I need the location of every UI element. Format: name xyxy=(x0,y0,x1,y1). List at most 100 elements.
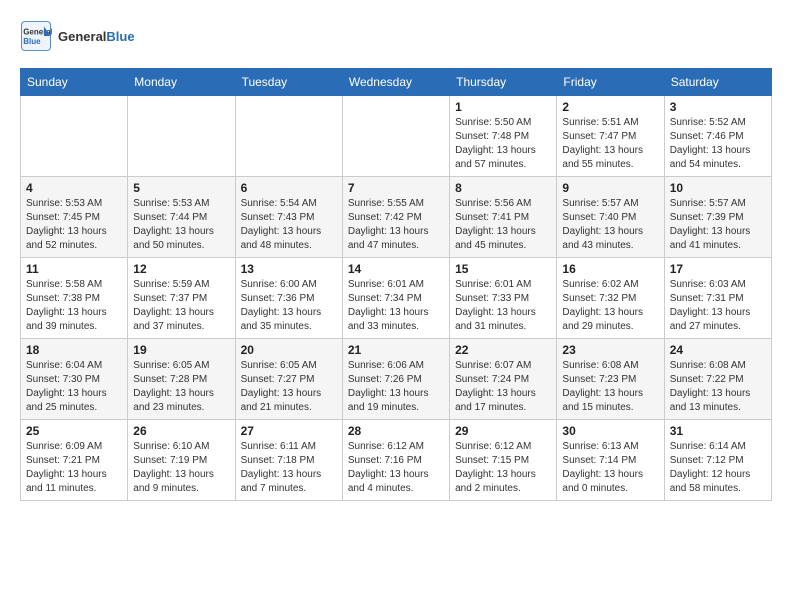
day-number: 22 xyxy=(455,343,551,357)
day-detail: Sunrise: 5:52 AM Sunset: 7:46 PM Dayligh… xyxy=(670,116,766,172)
day-detail: Sunrise: 6:05 AM Sunset: 7:27 PM Dayligh… xyxy=(241,359,337,415)
day-number: 13 xyxy=(241,262,337,276)
calendar-week-row: 11 Sunrise: 5:58 AM Sunset: 7:38 PM Dayli… xyxy=(21,258,772,339)
calendar-cell: 16Sunrise: 6:02 AM Sunset: 7:32 PM Dayli… xyxy=(557,258,664,339)
day-number: 3 xyxy=(670,100,766,114)
calendar-cell xyxy=(21,96,128,177)
calendar-cell: 6 Sunrise: 5:54 AM Sunset: 7:43 PM Daylig… xyxy=(235,177,342,258)
weekday-header-tuesday: Tuesday xyxy=(235,69,342,96)
calendar-cell: 5Sunrise: 5:53 AM Sunset: 7:44 PM Daylig… xyxy=(128,177,235,258)
day-detail: Sunrise: 6:03 AM Sunset: 7:31 PM Dayligh… xyxy=(670,278,766,334)
calendar-cell: 27 Sunrise: 6:11 AM Sunset: 7:18 PM Dayli… xyxy=(235,420,342,501)
calendar-cell: 21 Sunrise: 6:06 AM Sunset: 7:26 PM Dayli… xyxy=(342,339,449,420)
day-detail: Sunrise: 6:13 AM Sunset: 7:14 PM Dayligh… xyxy=(562,440,658,496)
day-number: 7 xyxy=(348,181,444,195)
day-number: 25 xyxy=(26,424,122,438)
calendar-cell: 22 Sunrise: 6:07 AM Sunset: 7:24 PM Dayli… xyxy=(450,339,557,420)
calendar-cell: 14 Sunrise: 6:01 AM Sunset: 7:34 PM Dayli… xyxy=(342,258,449,339)
day-detail: Sunrise: 5:54 AM Sunset: 7:43 PM Dayligh… xyxy=(241,197,337,253)
day-number: 15 xyxy=(455,262,551,276)
day-number: 2 xyxy=(562,100,658,114)
day-number: 28 xyxy=(348,424,444,438)
calendar-cell: 4 Sunrise: 5:53 AM Sunset: 7:45 PM Daylig… xyxy=(21,177,128,258)
calendar-week-row: 1 Sunrise: 5:50 AM Sunset: 7:48 PM Daylig… xyxy=(21,96,772,177)
day-number: 1 xyxy=(455,100,551,114)
calendar-cell: 8Sunrise: 5:56 AM Sunset: 7:41 PM Daylig… xyxy=(450,177,557,258)
calendar-week-row: 25 Sunrise: 6:09 AM Sunset: 7:21 PM Dayli… xyxy=(21,420,772,501)
day-detail: Sunrise: 6:02 AM Sunset: 7:32 PM Dayligh… xyxy=(562,278,658,334)
calendar-cell xyxy=(235,96,342,177)
day-detail: Sunrise: 5:58 AM Sunset: 7:38 PM Dayligh… xyxy=(26,278,122,334)
calendar-cell: 29 Sunrise: 6:12 AM Sunset: 7:15 PM Dayli… xyxy=(450,420,557,501)
day-detail: Sunrise: 5:53 AM Sunset: 7:45 PM Dayligh… xyxy=(26,197,122,253)
day-detail: Sunrise: 6:01 AM Sunset: 7:34 PM Dayligh… xyxy=(348,278,444,334)
calendar-cell xyxy=(128,96,235,177)
calendar-cell: 30 Sunrise: 6:13 AM Sunset: 7:14 PM Dayli… xyxy=(557,420,664,501)
svg-text:Blue: Blue xyxy=(23,37,41,46)
day-detail: Sunrise: 6:05 AM Sunset: 7:28 PM Dayligh… xyxy=(133,359,229,415)
day-detail: Sunrise: 6:00 AM Sunset: 7:36 PM Dayligh… xyxy=(241,278,337,334)
logo: General Blue GeneralBlue xyxy=(20,20,135,52)
day-detail: Sunrise: 6:10 AM Sunset: 7:19 PM Dayligh… xyxy=(133,440,229,496)
logo-text: GeneralBlue xyxy=(58,29,135,44)
calendar-cell: 15 Sunrise: 6:01 AM Sunset: 7:33 PM Dayli… xyxy=(450,258,557,339)
day-number: 17 xyxy=(670,262,766,276)
calendar-cell: 2 Sunrise: 5:51 AM Sunset: 7:47 PM Daylig… xyxy=(557,96,664,177)
day-detail: Sunrise: 5:59 AM Sunset: 7:37 PM Dayligh… xyxy=(133,278,229,334)
day-number: 5 xyxy=(133,181,229,195)
weekday-header-monday: Monday xyxy=(128,69,235,96)
day-number: 14 xyxy=(348,262,444,276)
weekday-header-sunday: Sunday xyxy=(21,69,128,96)
day-number: 26 xyxy=(133,424,229,438)
day-detail: Sunrise: 6:09 AM Sunset: 7:21 PM Dayligh… xyxy=(26,440,122,496)
day-number: 27 xyxy=(241,424,337,438)
day-detail: Sunrise: 5:57 AM Sunset: 7:40 PM Dayligh… xyxy=(562,197,658,253)
day-detail: Sunrise: 6:12 AM Sunset: 7:15 PM Dayligh… xyxy=(455,440,551,496)
day-number: 4 xyxy=(26,181,122,195)
day-number: 8 xyxy=(455,181,551,195)
day-detail: Sunrise: 6:07 AM Sunset: 7:24 PM Dayligh… xyxy=(455,359,551,415)
calendar-week-row: 18Sunrise: 6:04 AM Sunset: 7:30 PM Dayli… xyxy=(21,339,772,420)
day-detail: Sunrise: 6:14 AM Sunset: 7:12 PM Dayligh… xyxy=(670,440,766,496)
day-number: 6 xyxy=(241,181,337,195)
day-number: 23 xyxy=(562,343,658,357)
weekday-header-friday: Friday xyxy=(557,69,664,96)
day-detail: Sunrise: 6:11 AM Sunset: 7:18 PM Dayligh… xyxy=(241,440,337,496)
calendar-cell xyxy=(342,96,449,177)
calendar-cell: 7 Sunrise: 5:55 AM Sunset: 7:42 PM Daylig… xyxy=(342,177,449,258)
calendar-cell: 23Sunrise: 6:08 AM Sunset: 7:23 PM Dayli… xyxy=(557,339,664,420)
day-detail: Sunrise: 5:50 AM Sunset: 7:48 PM Dayligh… xyxy=(455,116,551,172)
calendar-cell: 28 Sunrise: 6:12 AM Sunset: 7:16 PM Dayli… xyxy=(342,420,449,501)
calendar-cell: 18Sunrise: 6:04 AM Sunset: 7:30 PM Dayli… xyxy=(21,339,128,420)
weekday-header-wednesday: Wednesday xyxy=(342,69,449,96)
day-detail: Sunrise: 6:12 AM Sunset: 7:16 PM Dayligh… xyxy=(348,440,444,496)
day-number: 30 xyxy=(562,424,658,438)
calendar-cell: 3 Sunrise: 5:52 AM Sunset: 7:46 PM Daylig… xyxy=(664,96,771,177)
day-detail: Sunrise: 5:57 AM Sunset: 7:39 PM Dayligh… xyxy=(670,197,766,253)
calendar-cell: 26 Sunrise: 6:10 AM Sunset: 7:19 PM Dayli… xyxy=(128,420,235,501)
calendar-cell: 13 Sunrise: 6:00 AM Sunset: 7:36 PM Dayli… xyxy=(235,258,342,339)
calendar-cell: 11 Sunrise: 5:58 AM Sunset: 7:38 PM Dayli… xyxy=(21,258,128,339)
page-header: General Blue GeneralBlue xyxy=(20,20,772,52)
day-detail: Sunrise: 5:55 AM Sunset: 7:42 PM Dayligh… xyxy=(348,197,444,253)
weekday-header-row: SundayMondayTuesdayWednesdayThursdayFrid… xyxy=(21,69,772,96)
day-detail: Sunrise: 6:01 AM Sunset: 7:33 PM Dayligh… xyxy=(455,278,551,334)
calendar-cell: 20 Sunrise: 6:05 AM Sunset: 7:27 PM Dayli… xyxy=(235,339,342,420)
calendar-cell: 19Sunrise: 6:05 AM Sunset: 7:28 PM Dayli… xyxy=(128,339,235,420)
day-number: 10 xyxy=(670,181,766,195)
calendar-cell: 24Sunrise: 6:08 AM Sunset: 7:22 PM Dayli… xyxy=(664,339,771,420)
day-number: 9 xyxy=(562,181,658,195)
logo-icon: General Blue xyxy=(20,20,52,52)
day-number: 20 xyxy=(241,343,337,357)
day-detail: Sunrise: 5:51 AM Sunset: 7:47 PM Dayligh… xyxy=(562,116,658,172)
day-number: 29 xyxy=(455,424,551,438)
calendar-cell: 25 Sunrise: 6:09 AM Sunset: 7:21 PM Dayli… xyxy=(21,420,128,501)
weekday-header-thursday: Thursday xyxy=(450,69,557,96)
day-number: 21 xyxy=(348,343,444,357)
calendar-cell: 12 Sunrise: 5:59 AM Sunset: 7:37 PM Dayli… xyxy=(128,258,235,339)
day-detail: Sunrise: 6:06 AM Sunset: 7:26 PM Dayligh… xyxy=(348,359,444,415)
day-number: 12 xyxy=(133,262,229,276)
calendar-cell: 1 Sunrise: 5:50 AM Sunset: 7:48 PM Daylig… xyxy=(450,96,557,177)
day-number: 11 xyxy=(26,262,122,276)
day-number: 24 xyxy=(670,343,766,357)
